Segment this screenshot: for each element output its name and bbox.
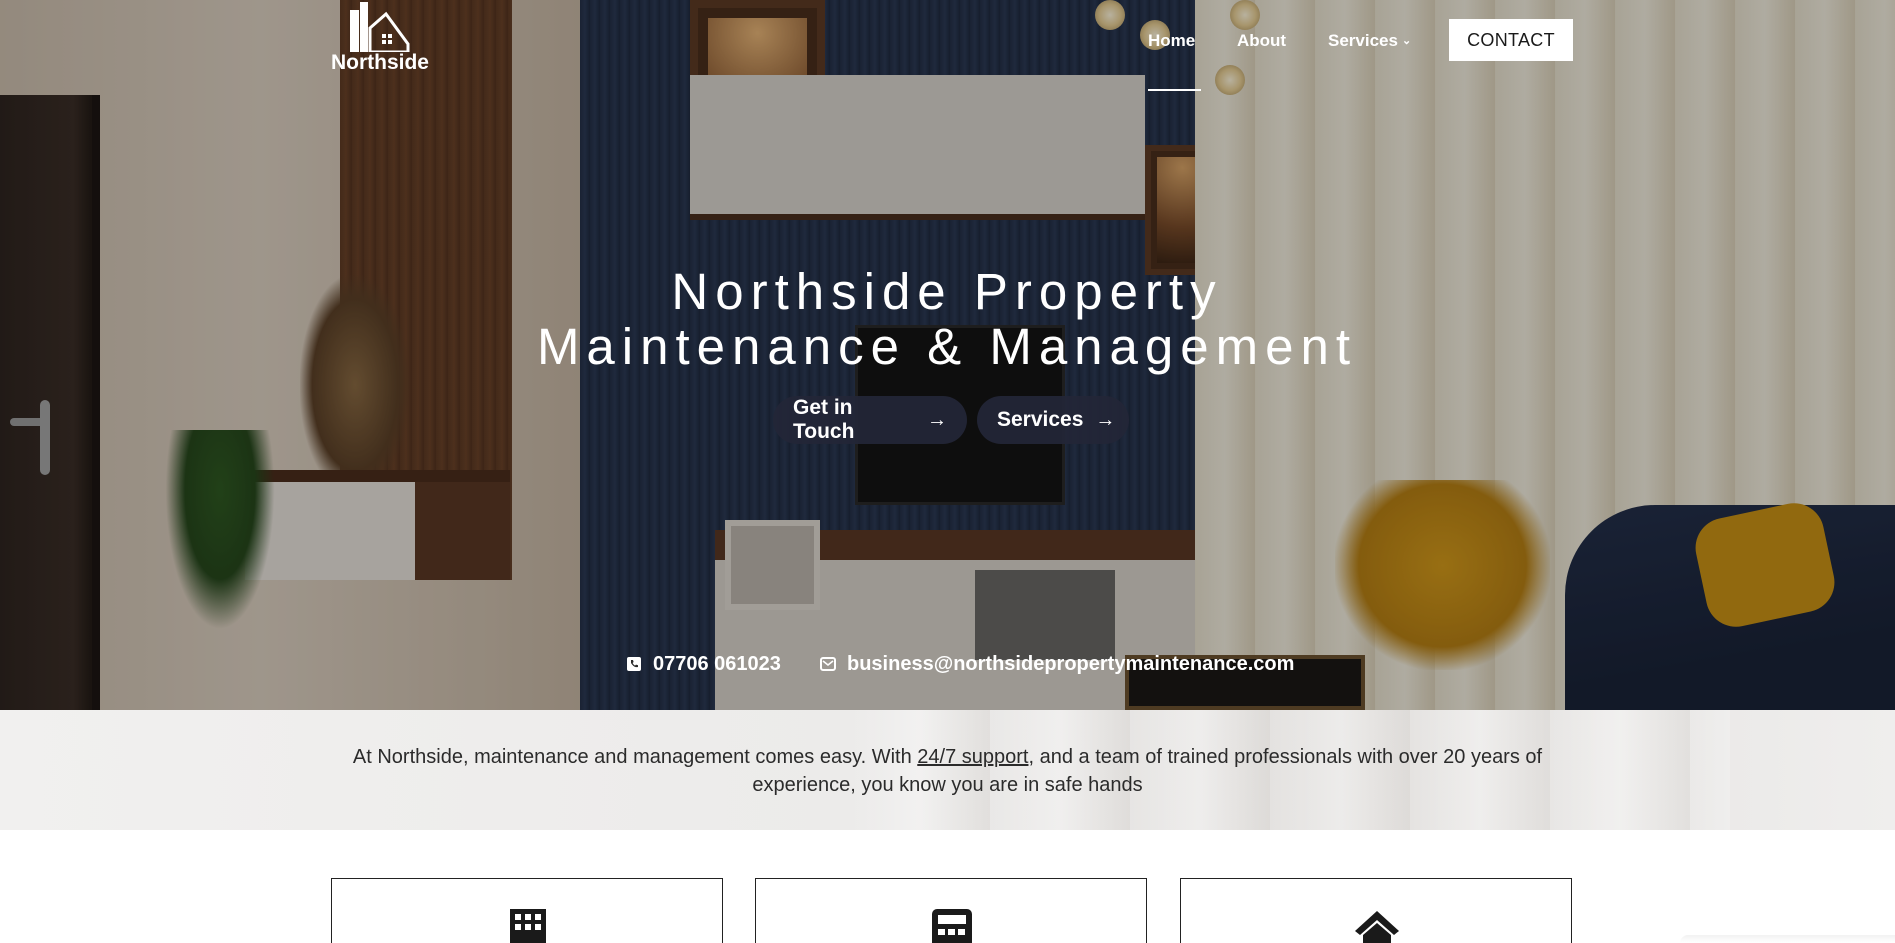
logo-building-icon	[350, 2, 410, 52]
phone-number: 07706 061023	[653, 652, 781, 675]
services-button[interactable]: Services →	[977, 396, 1129, 444]
service-card[interactable]	[755, 878, 1147, 943]
service-card[interactable]	[1180, 878, 1572, 943]
hero-title-line2: Maintenance & Management	[536, 318, 1358, 375]
calculator-icon	[932, 909, 972, 943]
phone-icon	[625, 655, 643, 673]
nav-about[interactable]: About	[1237, 31, 1286, 51]
services-button-label: Services	[997, 408, 1084, 431]
logo-text: Northside	[330, 51, 429, 74]
email-link[interactable]: business@northsidepropertymaintenance.co…	[819, 651, 1294, 677]
house-icon	[1355, 911, 1399, 943]
contact-button[interactable]: CONTACT	[1449, 19, 1573, 61]
building-icon	[510, 909, 546, 943]
service-card[interactable]	[331, 878, 723, 943]
main-nav: Northside Home About Services ⌄ CONTACT	[0, 0, 1895, 95]
email-icon	[819, 655, 837, 673]
chevron-down-icon: ⌄	[1401, 35, 1412, 47]
phone-link[interactable]: 07706 061023	[625, 651, 781, 677]
nav-home[interactable]: Home	[1148, 31, 1195, 51]
floating-widget-edge	[1680, 935, 1895, 943]
intro-section: At Northside, maintenance and management…	[0, 710, 1895, 830]
intro-text-start: At Northside, maintenance and management…	[352, 746, 918, 768]
intro-text: At Northside, maintenance and management…	[340, 743, 1555, 799]
arrow-right-icon: →	[927, 408, 947, 431]
nav-active-indicator	[1148, 89, 1201, 91]
get-in-touch-label: Get in Touch	[793, 396, 855, 443]
get-in-touch-button[interactable]: Get in Touch →	[773, 396, 967, 444]
support-link[interactable]: 24/7 support	[917, 746, 1028, 768]
arrow-right-icon: →	[1095, 408, 1116, 431]
hero-title-line1: Northside Property	[671, 263, 1223, 320]
email-address: business@northsidepropertymaintenance.co…	[847, 652, 1295, 675]
nav-services-label: Services	[1328, 31, 1398, 50]
logo-link[interactable]: Northside	[330, 0, 430, 74]
nav-services[interactable]: Services ⌄	[1328, 31, 1411, 51]
hero-title: Northside Property Maintenance & Managem…	[447, 264, 1447, 374]
